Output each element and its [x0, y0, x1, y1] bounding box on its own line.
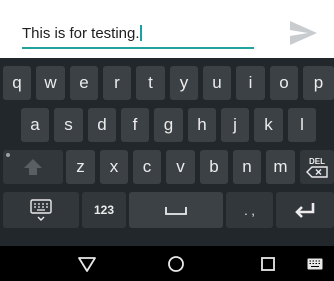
punctuation-key[interactable]: . , [226, 192, 273, 228]
message-input-text: This is for testing. [22, 25, 140, 42]
key-k[interactable]: k [254, 108, 283, 142]
delete-key[interactable]: DEL [300, 150, 334, 184]
shift-key[interactable] [3, 150, 63, 184]
ime-switch-button[interactable] [296, 246, 334, 281]
keyboard-settings-icon [30, 199, 52, 221]
key-t[interactable]: t [136, 66, 165, 100]
text-caret [139, 25, 142, 41]
send-button[interactable] [286, 18, 320, 48]
key-m[interactable]: m [266, 150, 295, 184]
back-button[interactable] [57, 246, 117, 281]
backspace-icon [306, 165, 328, 178]
home-circle-icon [168, 255, 184, 272]
key-n[interactable]: n [233, 150, 261, 184]
key-x[interactable]: x [100, 150, 128, 184]
space-bar-icon [165, 207, 187, 215]
key-s[interactable]: s [54, 108, 83, 142]
symbols-key[interactable]: 123 [82, 192, 126, 228]
space-key[interactable] [129, 192, 223, 228]
key-w[interactable]: w [36, 66, 65, 100]
enter-key[interactable] [276, 192, 334, 228]
recents-button[interactable] [238, 246, 298, 281]
key-q[interactable]: q [3, 66, 31, 100]
key-e[interactable]: e [70, 66, 98, 100]
enter-arrow-icon [295, 203, 315, 218]
keyboard-icon [307, 258, 323, 269]
key-j[interactable]: j [221, 108, 249, 142]
key-v[interactable]: v [166, 150, 195, 184]
shift-lock-dot [6, 153, 10, 157]
key-c[interactable]: c [133, 150, 161, 184]
key-a[interactable]: a [21, 108, 49, 142]
message-compose-bar: This is for testing. [0, 0, 334, 58]
key-l[interactable]: l [288, 108, 316, 142]
key-r[interactable]: r [103, 66, 131, 100]
key-f[interactable]: f [121, 108, 149, 142]
key-u[interactable]: u [203, 66, 231, 100]
navigation-bar [0, 246, 334, 281]
input-underline [22, 47, 254, 49]
key-p[interactable]: p [303, 66, 334, 100]
key-g[interactable]: g [154, 108, 183, 142]
soft-keyboard: q w e r t y u i o p a s d f g h j k l z … [0, 58, 334, 246]
send-arrow-icon [290, 21, 317, 45]
back-triangle-icon [78, 256, 96, 272]
recents-square-icon [261, 256, 275, 271]
delete-key-label: DEL [309, 156, 325, 166]
key-h[interactable]: h [188, 108, 216, 142]
key-i[interactable]: i [236, 66, 265, 100]
key-d[interactable]: d [88, 108, 116, 142]
message-input[interactable]: This is for testing. [22, 25, 142, 42]
keyboard-switch-key[interactable] [3, 192, 79, 228]
key-z[interactable]: z [66, 150, 95, 184]
key-o[interactable]: o [270, 66, 298, 100]
home-button[interactable] [146, 246, 206, 281]
key-b[interactable]: b [200, 150, 228, 184]
key-y[interactable]: y [170, 66, 198, 100]
shift-arrow-icon [24, 159, 42, 175]
